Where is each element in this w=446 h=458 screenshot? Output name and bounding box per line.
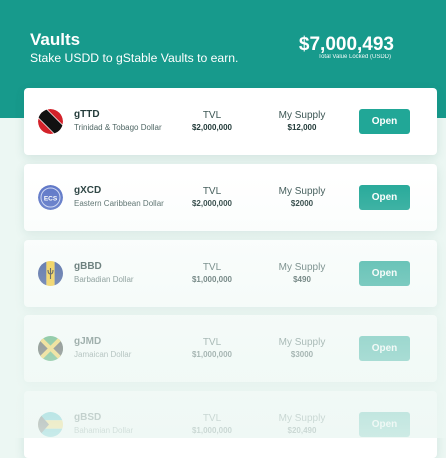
vault-card-gxcd: ECS gXCD Eastern Caribbean Dollar TVL $2…	[24, 164, 437, 231]
vault-description: Barbadian Dollar	[74, 275, 134, 284]
vault-name: gJMD	[74, 336, 102, 347]
my-supply-value: $490	[293, 275, 311, 284]
my-supply-label: My Supply	[278, 262, 326, 273]
svg-text:ECS: ECS	[44, 195, 58, 202]
my-supply-label: My Supply	[278, 413, 326, 424]
total-value-locked-label: Total Value Locked (USDD)	[318, 54, 391, 60]
page-subtitle: Stake USDD to gStable Vaults to earn.	[30, 51, 239, 65]
my-supply-value: $2000	[290, 199, 314, 208]
vault-description: Jamaican Dollar	[74, 350, 132, 359]
vault-card-gbsd: gBSD Bahamian Dollar TVL $1,000,000 My S…	[24, 391, 437, 458]
vault-name: gXCD	[74, 185, 102, 196]
barbados-flag-icon	[38, 261, 63, 286]
bahamas-flag-icon	[38, 412, 63, 437]
vault-name: gTTD	[74, 109, 100, 120]
vault-description: Trinidad & Tobago Dollar	[74, 123, 162, 132]
open-vault-button[interactable]: Open	[359, 109, 410, 134]
open-vault-button[interactable]: Open	[359, 336, 410, 361]
my-supply-value: $20,490	[287, 426, 317, 435]
vault-card-gttd: gTTD Trinidad & Tobago Dollar TVL $2,000…	[24, 88, 437, 155]
ecs-badge-icon: ECS	[38, 185, 63, 210]
vault-card-gjmd: gJMD Jamaican Dollar TVL $1,000,000 My S…	[24, 315, 437, 382]
my-supply-label: My Supply	[278, 337, 326, 348]
vault-name: gBBD	[74, 261, 102, 272]
vault-description: Bahamian Dollar	[74, 426, 134, 435]
page-title: Vaults	[30, 30, 81, 49]
my-supply-value: $3000	[290, 350, 314, 359]
open-vault-button[interactable]: Open	[359, 185, 410, 210]
vault-description: Eastern Caribbean Dollar	[74, 199, 164, 208]
my-supply-label: My Supply	[278, 186, 326, 197]
jamaica-flag-icon	[38, 336, 63, 361]
open-vault-button[interactable]: Open	[359, 412, 410, 437]
trinidad-tobago-flag-icon	[38, 109, 63, 134]
total-value-locked: $7,000,493	[298, 34, 394, 55]
vault-name: gBSD	[74, 412, 102, 423]
open-vault-button[interactable]: Open	[359, 261, 410, 286]
my-supply-label: My Supply	[278, 110, 326, 121]
vault-card-gbbd: gBBD Barbadian Dollar TVL $1,000,000 My …	[24, 240, 437, 307]
my-supply-value: $12,000	[287, 123, 317, 132]
